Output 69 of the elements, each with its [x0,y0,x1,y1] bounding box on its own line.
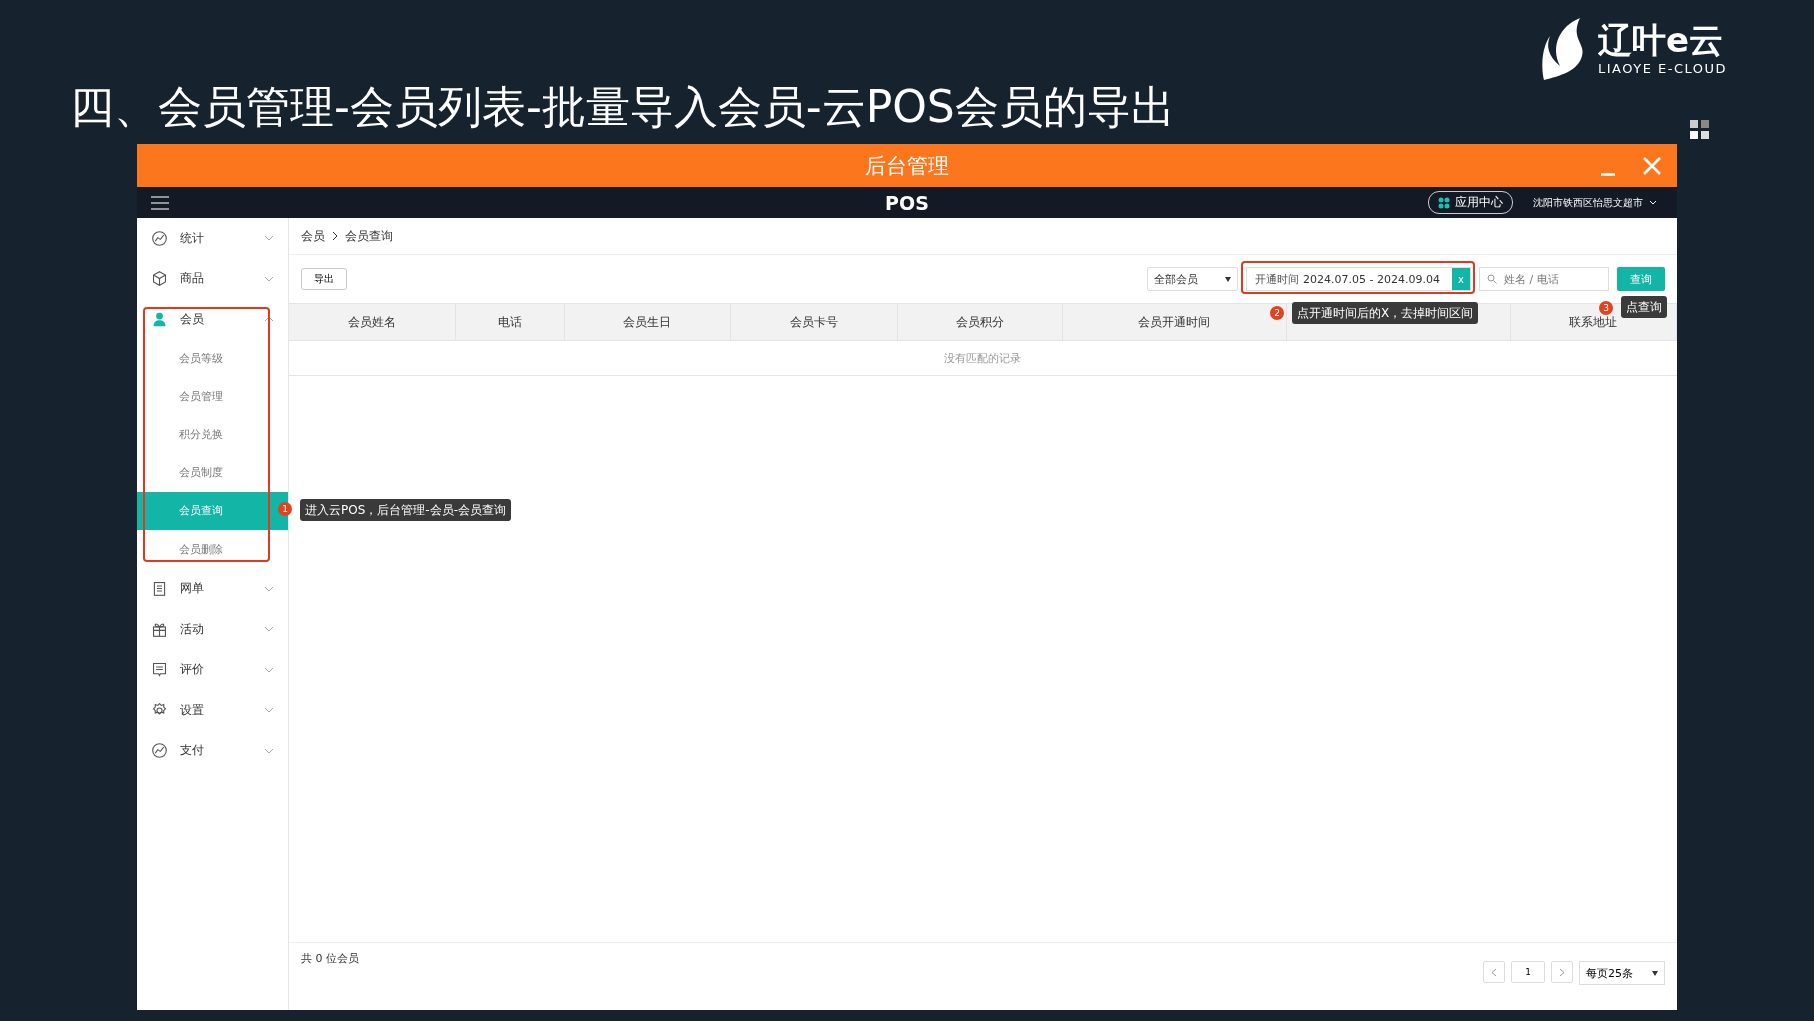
annotation-tooltip: 点查询 [1621,296,1667,318]
step-badge: 1 [278,502,292,516]
sidebar-subitem[interactable]: 会员等级 [137,339,288,378]
empty-message: 没有匹配的记录 [289,340,1677,376]
menu-icon[interactable] [151,194,169,211]
chevron-down-icon [264,274,274,283]
chevron-down-icon [264,625,274,634]
breadcrumb-item[interactable]: 会员 [301,227,325,245]
date-value: 2024.07.05 - 2024.09.04 [1303,272,1440,286]
chevron-down-icon [264,665,274,674]
app-center-button[interactable]: 应用中心 [1428,191,1513,214]
annotation-tooltip: 点开通时间后的X，去掉时间区间 [1292,302,1479,324]
page-size-select[interactable]: 每页25条 [1579,961,1665,985]
chevron-right-icon [1559,967,1565,977]
sidebar-subitem[interactable]: 会员删除 [137,530,288,569]
close-button[interactable] [1641,154,1663,177]
cube-icon [151,270,168,288]
close-icon [1641,154,1663,177]
sidebar-item[interactable]: 统计 [137,218,288,259]
chevron-down-icon [264,584,274,593]
sidebar-subitem[interactable]: 积分兑换 [137,415,288,455]
logo-name: 辽叶e云 [1598,22,1725,57]
sidebar-item[interactable]: 商品 [137,258,288,299]
logo-tagline: LIAOYE E-CLOUD [1598,60,1728,76]
apps-icon [1438,196,1450,209]
sidebar-item[interactable]: 网单 [137,568,288,610]
sidebar-subitem[interactable]: 会员制度 [137,454,288,493]
date-range-field[interactable]: 开通时间 2024.07.05 - 2024.09.04 x [1246,267,1471,291]
store-selector[interactable]: 沈阳市铁西区怡思文超市 [1527,194,1663,211]
search-field[interactable]: 姓名 / 电话 [1479,267,1609,291]
grid-icon[interactable] [1690,120,1710,140]
comment-icon [151,661,168,679]
chevron-down-icon [264,706,274,715]
brand-logo: POS [885,191,929,214]
chevron-up-icon [264,315,274,324]
column-header: 会员卡号 [730,303,898,341]
annotation-tooltip: 进入云POS，后台管理-会员-会员查询 [300,499,511,521]
step-badge: 3 [1599,301,1613,315]
clipboard-icon [151,580,168,598]
member-count: 共 0 位会员 [301,951,359,966]
breadcrumb-item: 会员查询 [345,227,393,245]
member-filter-select[interactable]: 全部会员 [1147,267,1238,291]
gift-icon [151,620,168,638]
chevron-down-icon [264,746,274,755]
chevron-down-icon [1649,199,1657,206]
sidebar-item[interactable]: 评价 [137,649,288,691]
chart-icon [151,742,168,760]
caret-icon [1225,276,1231,282]
sidebar-item[interactable]: 会员 [137,299,288,340]
page-number[interactable]: 1 [1511,961,1545,983]
date-label: 开通时间 [1255,271,1299,287]
chevron-left-icon [1491,967,1497,977]
caret-icon [1652,970,1658,976]
person-icon [151,310,168,328]
sidebar-subitem[interactable]: 会员管理 [137,377,288,416]
slide-title: 四、会员管理-会员列表-批量导入会员-云POS会员的导出 [70,80,1175,134]
export-button[interactable]: 导出 [301,268,347,290]
sidebar-item[interactable]: 设置 [137,690,288,731]
sidebar-item[interactable]: 活动 [137,609,288,650]
column-header: 会员姓名 [289,303,456,341]
column-header: 电话 [455,303,565,341]
sidebar-item[interactable]: 支付 [137,730,288,772]
chevron-down-icon [264,234,274,243]
chevron-right-icon [331,231,339,241]
chart-icon [151,229,168,247]
window-title: 后台管理 [865,152,949,180]
search-icon [1487,274,1497,284]
column-header: 会员生日 [564,303,731,341]
column-header: 会员积分 [897,303,1063,341]
